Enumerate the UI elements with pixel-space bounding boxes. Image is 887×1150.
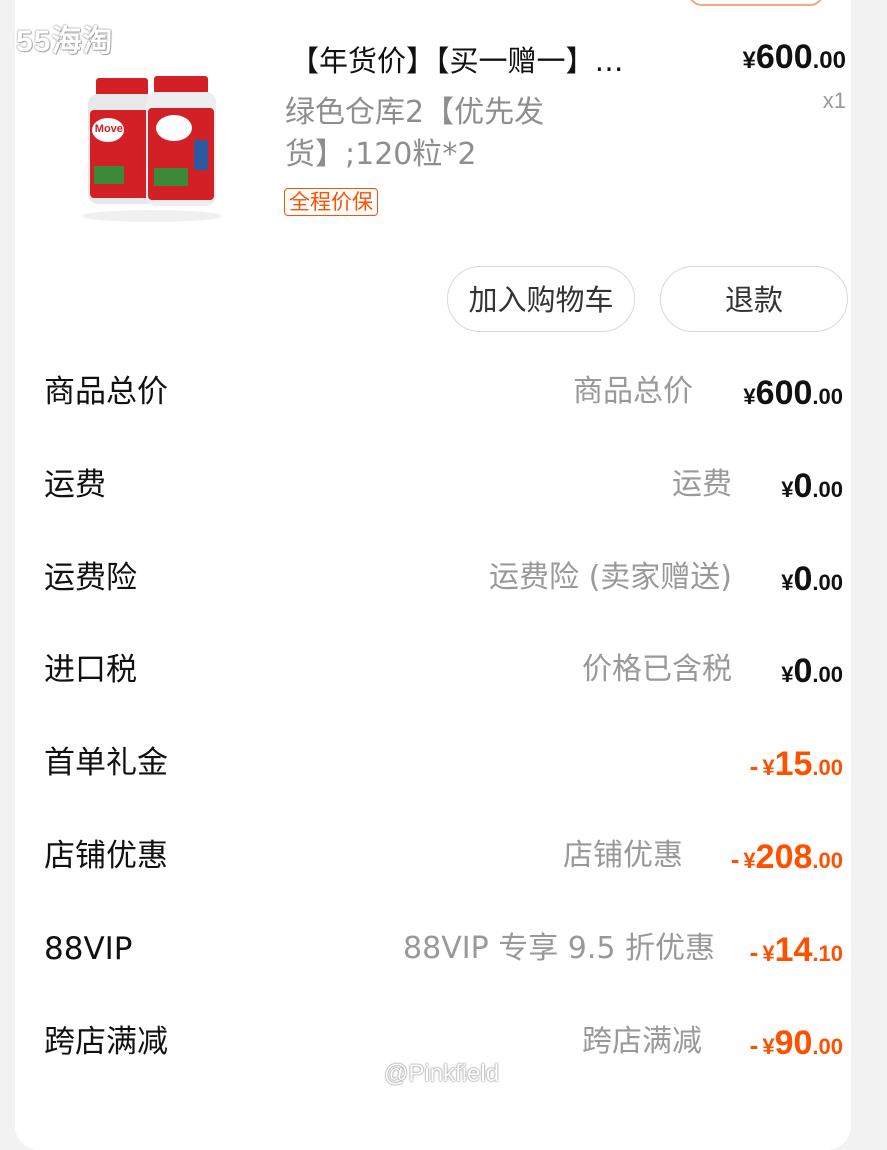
amount-dec: .00 [812, 384, 843, 409]
summary-amount: ¥0.00 [781, 548, 843, 617]
summary-amount: ¥0.00 [781, 640, 843, 709]
currency: ¥ [743, 384, 756, 409]
product-price-int: 600 [755, 38, 813, 76]
amount-int: 15 [774, 745, 813, 783]
currency: ¥ [762, 1034, 775, 1059]
product-quantity: x1 [822, 88, 846, 113]
summary-desc: 店铺优惠 [563, 838, 683, 873]
minus-sign: - [749, 751, 759, 781]
summary-label: 进口税 [44, 652, 137, 688]
currency: ¥ [762, 755, 775, 780]
product-spec: 绿色仓库2【优先发货】;120粒*2 [285, 95, 545, 172]
amount-dec: .00 [812, 755, 843, 780]
minus-sign: - [749, 937, 759, 967]
refund-button[interactable]: 退款 [660, 266, 848, 332]
amount-int: 0 [793, 560, 813, 598]
currency: ¥ [762, 941, 775, 966]
summary-desc: 商品总价 [573, 374, 693, 409]
bottle-right [146, 76, 216, 206]
amount-int: 600 [755, 374, 813, 412]
summary-label: 店铺优惠 [44, 838, 168, 874]
summary-amount: - ¥90.00 [750, 1012, 843, 1081]
amount-dec: .00 [812, 570, 843, 595]
summary-row-shipping: 运费 运费 ¥0.00 [0, 455, 887, 515]
summary-row-store-discount: 店铺优惠 店铺优惠 - ¥208.00 [0, 826, 887, 886]
summary-amount: - ¥15.00 [750, 733, 843, 802]
summary-row-subtotal: 商品总价 商品总价 ¥600.00 [0, 362, 887, 422]
watermark-55haitao: 55海淘 [16, 25, 114, 58]
product-price-dec: .00 [812, 47, 846, 74]
product-price-currency: ¥ [742, 47, 756, 74]
brand-text: Move Free [95, 123, 149, 135]
amount-int: 0 [793, 652, 813, 690]
product-image[interactable]: Move Free [62, 70, 227, 230]
summary-label: 首单礼金 [44, 745, 168, 781]
summary-label: 跨店满减 [44, 1024, 168, 1060]
summary-row-import-tax: 进口税 价格已含税 ¥0.00 [0, 640, 887, 700]
summary-label: 运费 [44, 467, 106, 503]
bottle-left: Move Free [88, 78, 156, 204]
summary-label: 商品总价 [44, 374, 168, 410]
summary-amount: ¥0.00 [781, 455, 843, 524]
summary-row-shipping-insurance: 运费险 运费险 (卖家赠送) ¥0.00 [0, 548, 887, 608]
amount-int: 90 [774, 1024, 813, 1062]
minus-sign: - [749, 1030, 759, 1060]
amount-dec: .00 [812, 1034, 843, 1059]
amount-dec: .10 [812, 941, 843, 966]
amount-dec: .00 [812, 848, 843, 873]
summary-label: 88VIP [44, 931, 133, 967]
product-price: ¥600.00 [743, 38, 846, 77]
currency: ¥ [781, 570, 794, 595]
amount-dec: .00 [812, 662, 843, 687]
product-title[interactable]: 【年货价】【买一赠一】… [290, 38, 710, 80]
summary-desc: 运费 [672, 467, 732, 502]
currency: ¥ [743, 848, 756, 873]
summary-amount: - ¥14.10 [750, 919, 843, 988]
minus-sign: - [730, 844, 740, 874]
watermark-pinkfield: @Pinkfield [384, 1060, 500, 1087]
amount-int: 0 [793, 467, 813, 505]
summary-row-88vip: 88VIP 88VIP 专享 9.5 折优惠 - ¥14.10 [0, 919, 887, 979]
summary-desc: 运费险 (卖家赠送) [489, 560, 732, 595]
summary-amount: - ¥208.00 [731, 826, 843, 895]
summary-row-first-order-gift: 首单礼金 - ¥15.00 [0, 733, 887, 793]
top-action-button-edge[interactable] [688, 0, 824, 6]
amount-dec: .00 [812, 477, 843, 502]
add-to-cart-button[interactable]: 加入购物车 [447, 266, 635, 332]
currency: ¥ [781, 477, 794, 502]
amount-int: 208 [755, 838, 813, 876]
summary-desc: 88VIP 专享 9.5 折优惠 [403, 931, 715, 966]
price-protection-badge: 全程价保 [284, 188, 378, 216]
summary-desc: 价格已含税 [582, 652, 732, 687]
amount-int: 14 [774, 931, 813, 969]
summary-label: 运费险 [44, 560, 137, 596]
summary-desc: 跨店满减 [582, 1024, 702, 1059]
summary-amount: ¥600.00 [743, 362, 843, 431]
currency: ¥ [781, 662, 794, 687]
